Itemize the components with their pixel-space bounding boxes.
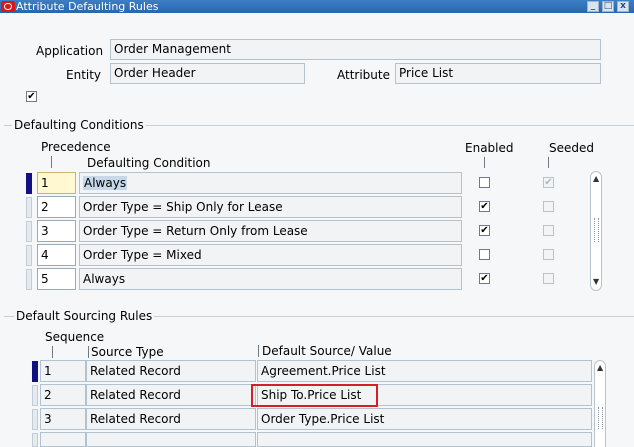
scroll-down-arrow-icon[interactable]: ▼	[593, 277, 599, 286]
application-field[interactable]: Order Management	[110, 39, 601, 60]
sequence-cell[interactable]: 2	[40, 384, 86, 406]
minimize-button[interactable]: _	[587, 1, 599, 12]
sequence-cell[interactable]: 1	[40, 360, 86, 382]
enabled-checkbox[interactable]	[479, 249, 490, 260]
precedence-cell[interactable]: 1	[37, 172, 76, 194]
precedence-column-header: Precedence	[41, 140, 111, 154]
defaulting-condition-column-header: Defaulting Condition	[87, 156, 211, 170]
scroll-up-arrow-icon[interactable]: ▲	[597, 363, 603, 372]
column-divider	[52, 346, 53, 358]
condition-cell[interactable]: Always	[79, 268, 462, 290]
source-type-cell[interactable]: Related Record	[86, 360, 256, 382]
record-indicator[interactable]	[32, 409, 38, 430]
condition-cell[interactable]: Order Type = Return Only from Lease	[79, 220, 462, 242]
column-divider	[548, 157, 549, 168]
column-divider	[88, 346, 89, 358]
header-checkbox[interactable]: ✔	[26, 91, 37, 102]
precedence-cell[interactable]: 3	[37, 220, 76, 242]
sourcing-scrollbar[interactable]: ▲	[594, 360, 606, 447]
record-indicator[interactable]	[26, 269, 32, 290]
scroll-up-arrow-icon[interactable]: ▲	[593, 174, 599, 183]
record-indicator[interactable]	[26, 221, 32, 242]
column-divider	[484, 157, 485, 168]
record-indicator[interactable]	[32, 361, 38, 382]
attribute-label: Attribute	[337, 68, 390, 82]
conditions-scrollbar[interactable]: ▲ ▼	[590, 171, 602, 291]
record-indicator[interactable]	[26, 245, 32, 266]
sourcing-rules-title: Default Sourcing Rules	[14, 309, 155, 323]
default-source-cell[interactable]: Order Type.Price List	[257, 408, 592, 430]
seeded-checkbox	[543, 249, 554, 260]
source-type-cell[interactable]	[86, 432, 256, 447]
record-indicator[interactable]	[26, 173, 32, 194]
precedence-cell[interactable]: 4	[37, 244, 76, 266]
sequence-column-header: Sequence	[45, 330, 105, 344]
source-type-column-header: Source Type	[91, 345, 164, 359]
maximize-button[interactable]: □	[602, 1, 614, 12]
enabled-column-header: Enabled	[465, 141, 514, 155]
enabled-checkbox[interactable]: ✔	[479, 201, 490, 212]
scroll-grip[interactable]	[598, 407, 603, 429]
enabled-checkbox[interactable]: ✔	[479, 225, 490, 236]
column-divider	[51, 156, 52, 168]
annotation-highlight-box	[251, 384, 378, 407]
enabled-checkbox[interactable]: ✔	[479, 273, 490, 284]
seeded-checkbox	[543, 273, 554, 284]
entity-label: Entity	[66, 68, 102, 82]
default-source-column-header: Default Source/ Value	[262, 344, 392, 358]
enabled-checkbox[interactable]	[479, 177, 490, 188]
window-title: Attribute Defaulting Rules	[16, 0, 159, 13]
seeded-checkbox	[543, 225, 554, 236]
default-source-cell[interactable]	[257, 432, 592, 447]
entity-field[interactable]: Order Header	[110, 63, 305, 84]
sequence-cell[interactable]	[40, 432, 86, 447]
record-indicator[interactable]	[32, 433, 38, 447]
application-label: Application	[36, 44, 104, 58]
window-titlebar: Attribute Defaulting Rules _ □ x	[0, 0, 634, 13]
precedence-cell[interactable]: 5	[37, 268, 76, 290]
condition-cell[interactable]: Always	[79, 172, 462, 194]
condition-cell[interactable]: Order Type = Mixed	[79, 244, 462, 266]
column-divider	[258, 345, 259, 357]
source-type-cell[interactable]: Related Record	[86, 408, 256, 430]
precedence-cell[interactable]: 2	[37, 196, 76, 218]
record-indicator[interactable]	[32, 385, 38, 406]
seeded-checkbox	[543, 201, 554, 212]
close-button[interactable]: x	[617, 1, 629, 12]
defaulting-conditions-title: Defaulting Conditions	[12, 118, 146, 132]
default-source-cell[interactable]: Agreement.Price List	[257, 360, 592, 382]
oracle-logo-icon	[1, 1, 15, 12]
condition-cell[interactable]: Order Type = Ship Only for Lease	[79, 196, 462, 218]
condition-text: Always	[83, 176, 128, 190]
attribute-field[interactable]: Price List	[395, 63, 601, 84]
seeded-checkbox: ✔	[543, 177, 554, 188]
sequence-cell[interactable]: 3	[40, 408, 86, 430]
source-type-cell[interactable]: Related Record	[86, 384, 256, 406]
record-indicator[interactable]	[26, 197, 32, 218]
seeded-column-header: Seeded	[549, 141, 594, 155]
scroll-grip[interactable]	[594, 218, 599, 242]
